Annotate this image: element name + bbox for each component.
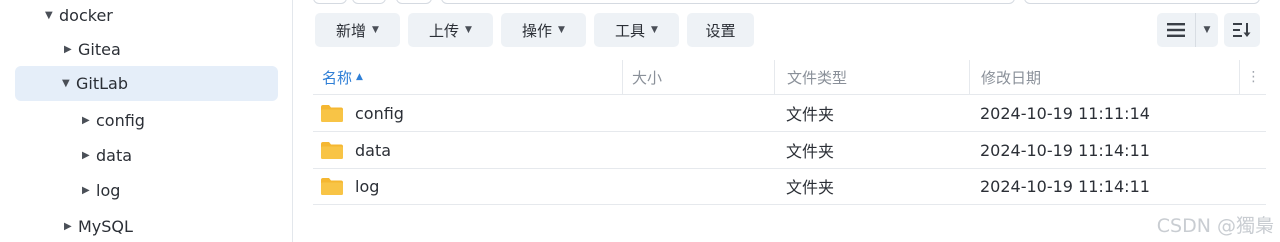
view-mode-dropdown[interactable]: ▼	[1195, 13, 1218, 47]
tree-item-label: log	[96, 180, 121, 200]
tree-item-label: data	[96, 145, 133, 165]
tree-item-mysql[interactable]: ▶ MySQL	[64, 215, 133, 237]
more-vertical-icon: ⋮	[1246, 69, 1261, 85]
table-row[interactable]: config 文件夹 2024-10-19 11:11:14	[313, 95, 1266, 132]
action-button-label: 操作	[522, 21, 553, 40]
dropdown-arrow-icon: ▼	[1203, 25, 1211, 35]
forward-button[interactable]	[352, 0, 386, 4]
file-type: 文件夹	[786, 105, 835, 124]
tree-item-log[interactable]: ▶ log	[82, 179, 120, 201]
list-view-icon	[1167, 23, 1185, 37]
column-header-size[interactable]: 大小	[622, 60, 774, 94]
caret-down-icon[interactable]: ▼	[62, 78, 76, 89]
caret-right-icon[interactable]: ▶	[82, 150, 96, 161]
settings-button-label: 设置	[705, 21, 736, 40]
create-button-label: 新增	[336, 21, 367, 40]
folder-icon	[321, 178, 343, 195]
column-header-name[interactable]: 名称 ▲	[322, 60, 622, 94]
file-name: config	[355, 103, 404, 123]
column-header-modified[interactable]: 修改日期	[969, 60, 1239, 94]
caret-down-icon[interactable]: ▼	[45, 10, 59, 21]
column-header-size-label: 大小	[632, 68, 663, 87]
tree-item-label: MySQL	[78, 216, 133, 236]
create-button[interactable]: 新增 ▼	[315, 13, 400, 47]
refresh-button[interactable]	[396, 0, 432, 4]
search-input[interactable]	[1024, 0, 1260, 4]
file-modified: 2024-10-19 11:11:14	[980, 103, 1150, 123]
folder-icon	[321, 105, 343, 122]
file-type: 文件夹	[786, 178, 835, 197]
file-modified: 2024-10-19 11:14:11	[980, 176, 1150, 196]
tree-item-label: docker	[59, 5, 113, 25]
folder-tree-sidebar: ▼ docker ▶ Gitea ▼ GitLab ▶ config ▶ dat…	[0, 0, 293, 242]
action-button[interactable]: 操作 ▼	[501, 13, 586, 47]
tree-item-label: Gitea	[78, 39, 121, 59]
tools-button-label: 工具	[615, 21, 646, 40]
folder-icon	[321, 142, 343, 159]
column-header-type-label: 文件类型	[787, 68, 848, 87]
table-row[interactable]: data 文件夹 2024-10-19 11:14:11	[313, 132, 1266, 169]
tree-item-data[interactable]: ▶ data	[82, 144, 132, 166]
dropdown-arrow-icon: ▼	[558, 25, 565, 35]
file-type: 文件夹	[786, 142, 835, 161]
dropdown-arrow-icon: ▼	[372, 25, 379, 35]
dropdown-arrow-icon: ▼	[465, 25, 472, 35]
list-view-button[interactable]	[1157, 13, 1195, 47]
column-header-name-label: 名称	[322, 68, 353, 87]
file-name: data	[355, 140, 392, 160]
settings-button[interactable]: 设置	[687, 13, 754, 47]
column-options-button[interactable]: ⋮	[1239, 60, 1267, 94]
tree-item-docker[interactable]: ▼ docker	[45, 4, 113, 26]
upload-button-label: 上传	[429, 21, 460, 40]
upload-button[interactable]: 上传 ▼	[408, 13, 493, 47]
tree-item-gitlab[interactable]: ▼ GitLab	[15, 66, 278, 101]
watermark: CSDN @獨梟	[1156, 215, 1274, 237]
view-mode-group: ▼	[1157, 13, 1260, 47]
table-row[interactable]: log 文件夹 2024-10-19 11:14:11	[313, 168, 1266, 205]
column-header-modified-label: 修改日期	[981, 68, 1042, 87]
file-name: log	[355, 176, 380, 196]
file-modified: 2024-10-19 11:14:11	[980, 140, 1150, 160]
tree-item-config[interactable]: ▶ config	[82, 109, 145, 131]
tree-item-label: GitLab	[76, 74, 128, 93]
caret-right-icon[interactable]: ▶	[64, 221, 78, 232]
tree-item-label: config	[96, 110, 145, 130]
file-table-header: 名称 ▲ 大小 文件类型 修改日期 ⋮	[313, 60, 1266, 95]
tree-item-gitea[interactable]: ▶ Gitea	[64, 38, 121, 60]
path-bar[interactable]	[441, 0, 1015, 4]
back-button[interactable]	[313, 0, 347, 4]
column-header-type[interactable]: 文件类型	[774, 60, 969, 94]
caret-right-icon[interactable]: ▶	[82, 115, 96, 126]
caret-right-icon[interactable]: ▶	[64, 44, 78, 55]
sort-button[interactable]	[1224, 13, 1260, 47]
sort-ascending-icon: ▲	[356, 72, 363, 82]
dropdown-arrow-icon: ▼	[651, 25, 658, 35]
caret-right-icon[interactable]: ▶	[82, 185, 96, 196]
tools-button[interactable]: 工具 ▼	[594, 13, 679, 47]
sort-icon	[1233, 23, 1251, 37]
